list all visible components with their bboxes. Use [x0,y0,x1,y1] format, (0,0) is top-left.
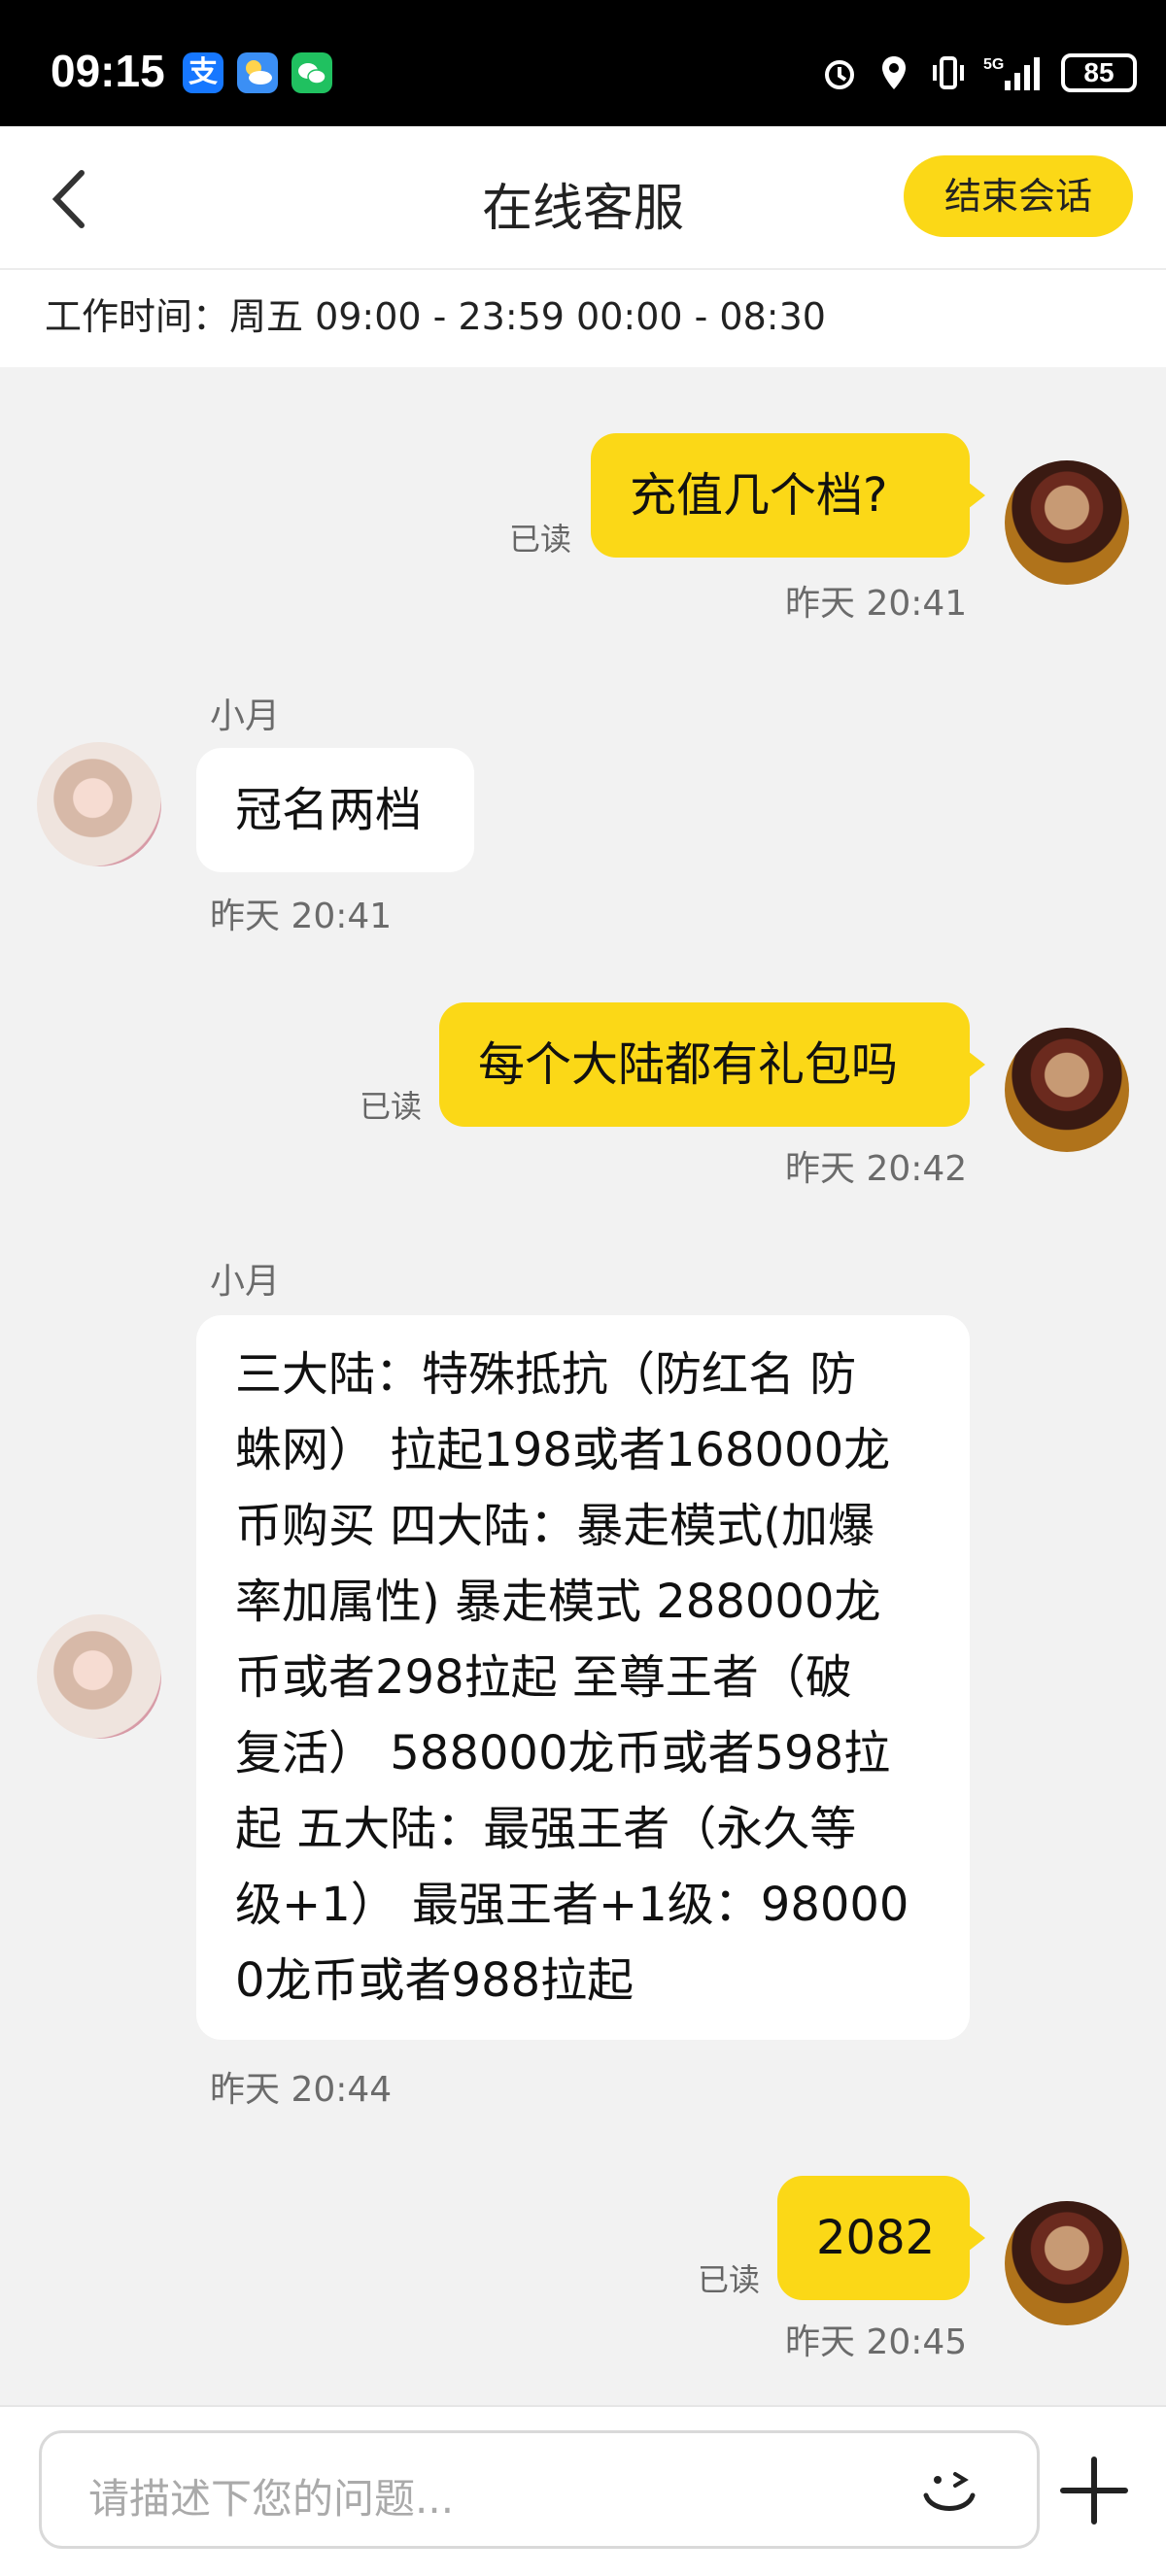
read-receipt: 已读 [360,1088,423,1125]
agent-avatar[interactable] [37,1614,161,1739]
chat-header: 在线客服 结束会话 [0,126,1166,270]
message-line: 蛛网） 拉起198或者168000龙 [235,1423,891,1477]
user-avatar[interactable] [1005,1028,1129,1152]
status-bar: 09:15 支 5G 85 [0,0,1166,126]
agent-name: 小月 [210,696,281,736]
chat-area[interactable]: 已读 充值几个档? 昨天 20:41 小月 冠名两档 昨天 20:41 已读 每… [0,367,1166,2405]
message-line: 复活） 588000龙币或者598拉 [235,1726,891,1780]
end-session-button[interactable]: 结束会话 [904,155,1133,237]
incoming-message-bubble[interactable]: 冠名两档 [196,748,474,872]
read-receipt: 已读 [698,2261,761,2298]
agent-avatar[interactable] [37,742,161,866]
battery-indicator: 85 [1061,53,1137,92]
signal-5g-icon: 5G [983,53,1046,92]
alarm-icon [820,53,859,92]
message-input[interactable]: 请描述下您的问题... [39,2430,1040,2549]
read-receipt: 已读 [509,521,572,558]
weather-notification-icon [237,52,278,93]
message-line: 率加属性) 暴走模式 288000龙 [235,1575,881,1629]
message-line: 起 五大陆：最强王者（永久等 [235,1802,857,1856]
alipay-notification-icon: 支 [183,52,223,93]
message-timestamp: 昨天 20:41 [210,897,393,936]
location-icon [874,53,913,92]
status-icons: 5G 85 [820,51,1137,95]
message-line: 三大陆：特殊抵抗（防红名 防 [235,1347,857,1402]
message-line: 币购买 四大陆：暴走模式(加爆 [235,1499,874,1553]
message-line: 币或者298拉起 至尊王者（破 [235,1650,852,1705]
message-timestamp: 昨天 20:41 [785,584,968,624]
outgoing-message-bubble[interactable]: 2082 [777,2176,985,2300]
wechat-notification-icon [292,52,332,93]
add-attachment-button[interactable] [1055,2452,1133,2529]
user-avatar[interactable] [1005,460,1129,585]
input-placeholder: 请描述下您的问题... [88,2475,455,2523]
message-timestamp: 昨天 20:44 [210,2070,393,2110]
svg-text:5G: 5G [983,56,1004,73]
outgoing-message-bubble[interactable]: 每个大陆都有礼包吗 [439,1002,985,1127]
user-avatar[interactable] [1005,2201,1129,2325]
vibrate-icon [929,53,968,92]
message-line: 0龙币或者988拉起 [235,1953,634,2008]
message-timestamp: 昨天 20:42 [785,1149,968,1189]
working-hours-banner: 工作时间：周五 09:00 - 23:59 00:00 - 08:30 [0,270,1166,367]
outgoing-message-bubble[interactable]: 充值几个档? [591,433,985,558]
clock: 09:15 [51,46,165,96]
emoji-icon[interactable] [916,2458,982,2525]
plus-icon [1060,2457,1128,2525]
incoming-message-bubble[interactable]: 三大陆：特殊抵抗（防红名 防 蛛网） 拉起198或者168000龙 币购买 四大… [196,1315,970,2040]
message-timestamp: 昨天 20:45 [785,2322,968,2362]
agent-name: 小月 [210,1262,281,1302]
message-line: 级+1） 最强王者+1级：98000 [235,1878,909,1932]
input-bar: 请描述下您的问题... [0,2405,1166,2576]
